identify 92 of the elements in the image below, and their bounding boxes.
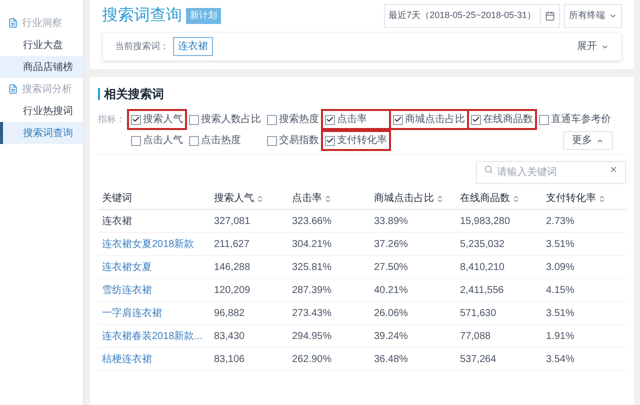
clear-icon[interactable] — [609, 165, 618, 174]
sidebar-item[interactable]: 商品店铺榜 — [0, 56, 83, 78]
table-cell-text: 27.50% — [374, 260, 409, 274]
table-cell-text: 304.21% — [292, 238, 332, 252]
current-word-tag[interactable]: 连衣裙 — [173, 37, 213, 56]
table-cell-text: 8,410,210 — [460, 260, 506, 274]
table-cell-text: 2,411,556 — [460, 284, 505, 298]
column-header: 商城点击占比 — [374, 192, 434, 206]
table-cell-text: 2.73% — [546, 214, 576, 228]
keyword-link[interactable]: 雪纺连衣裙 — [102, 282, 214, 298]
table-cell-text: 4.15% — [546, 284, 576, 298]
check-icon — [394, 115, 402, 124]
table-cell-text: 262.90% — [292, 352, 332, 366]
keyword-link[interactable]: 桔梗连衣裙 — [102, 352, 214, 366]
metric-checkbox[interactable]: 在线商品数 — [469, 111, 535, 128]
table-cell-text: 287.39% — [292, 284, 332, 298]
check-icon — [326, 136, 334, 145]
table-cell-text: 连衣裙 — [102, 214, 133, 228]
section-title: 搜索词分析 — [22, 82, 72, 96]
metric-checkbox[interactable]: 交易指数 — [265, 132, 321, 149]
table-cell-text: 77,088 — [460, 330, 492, 344]
column-header: 点击率 — [292, 192, 322, 206]
table-cell-text: 146,288 — [214, 260, 252, 274]
metric-checkbox[interactable]: 点击人气 — [129, 132, 185, 149]
column-header: 搜索人气 — [214, 192, 254, 206]
sort-icon[interactable] — [598, 194, 606, 202]
section-title: 行业洞察 — [22, 16, 62, 30]
check-icon — [132, 115, 140, 124]
search-icon — [484, 165, 493, 174]
table-cell-text: 571,630 — [460, 306, 498, 320]
sidebar-item[interactable]: 行业热搜词 — [0, 100, 83, 122]
calendar-icon — [545, 11, 555, 21]
metric-checkbox[interactable]: 支付转化率 — [323, 132, 389, 149]
table-cell-text: 26.06% — [374, 306, 409, 320]
metric-checkbox[interactable]: 搜索人气 — [129, 111, 185, 128]
table-cell-text: 294.95% — [292, 330, 332, 344]
metric-checkbox[interactable]: 搜索人数占比 — [187, 111, 263, 128]
metric-checkbox[interactable]: 直通车参考价 — [537, 111, 613, 128]
page-title: 搜索词查询 — [102, 6, 182, 26]
column-header: 在线商品数 — [460, 192, 510, 206]
table-cell-text: 3.51% — [546, 306, 576, 320]
metric-checkbox[interactable]: 商城点击占比 — [391, 111, 467, 128]
sort-icon[interactable] — [256, 194, 264, 202]
sort-icon[interactable] — [512, 194, 520, 202]
keyword-link[interactable]: 一字肩连衣裙 — [102, 306, 214, 320]
sort-icon[interactable] — [436, 194, 444, 202]
document-icon — [8, 18, 18, 28]
table-cell-text: 83,430 — [214, 330, 246, 344]
terminal-dropdown[interactable]: 所有终端 — [564, 4, 622, 28]
caret-icon — [609, 12, 617, 20]
table-cell-text: 33.89% — [374, 214, 409, 228]
metrics-label: 指标： — [98, 113, 125, 126]
table-cell-text: 5,235,032 — [460, 238, 506, 252]
table-cell-text: 323.66% — [292, 214, 332, 228]
metric-checkbox[interactable]: 点击率 — [323, 111, 389, 128]
table-cell-text: 537,264 — [460, 352, 498, 366]
table-cell-text: 83,106 — [214, 352, 246, 366]
column-header: 支付转化率 — [546, 192, 596, 206]
date-range-picker[interactable]: 最近7天（2018-05-25~2018-05-31） — [384, 4, 560, 28]
table-cell-text: 96,882 — [214, 306, 246, 320]
metric-checkbox[interactable]: 搜索热度 — [265, 111, 321, 128]
section-heading: 相关搜索词 — [104, 86, 164, 103]
document-icon — [8, 84, 18, 94]
table-cell-text: 120,209 — [214, 284, 252, 298]
table-cell-text: 40.21% — [374, 284, 409, 298]
expand-button[interactable]: 展开 — [577, 39, 609, 54]
more-button[interactable]: 更多 — [563, 131, 613, 150]
column-header: 关键词 — [102, 192, 132, 206]
table-cell-text: 37.26% — [374, 238, 409, 252]
keyword-search-field[interactable]: 请输入关键词 — [476, 161, 626, 184]
table-cell-text: 273.43% — [292, 306, 332, 320]
table-cell-text: 15,983,280 — [460, 214, 512, 228]
table-cell-text: 3.51% — [546, 238, 576, 252]
table-cell-text: 3.54% — [546, 352, 576, 366]
table-cell-text: 39.24% — [374, 330, 409, 344]
check-icon — [472, 115, 480, 124]
keyword-link[interactable]: 连衣裙春装2018新款... — [102, 328, 214, 344]
sidebar-item[interactable]: 行业大盘 — [0, 34, 83, 56]
table-cell-text: 211,627 — [214, 238, 250, 252]
current-word-label: 当前搜索词： — [115, 40, 169, 53]
metric-checkbox[interactable]: 点击热度 — [187, 132, 263, 149]
keyword-link[interactable]: 连衣裙女夏2018新款 — [102, 236, 214, 252]
keyword-link[interactable]: 连衣裙女夏 — [102, 260, 214, 274]
sort-icon[interactable] — [324, 194, 332, 202]
plan-badge: 新计划 — [186, 8, 221, 24]
table-cell-text: 3.09% — [546, 260, 576, 274]
table-cell-text: 1.91% — [546, 330, 576, 344]
check-icon — [326, 115, 334, 124]
table-cell-text: 327,081 — [214, 214, 252, 228]
table-cell-text: 325.81% — [292, 260, 332, 274]
sidebar-item[interactable]: 搜索词查询 — [0, 122, 83, 144]
table-cell-text: 36.48% — [374, 352, 409, 366]
